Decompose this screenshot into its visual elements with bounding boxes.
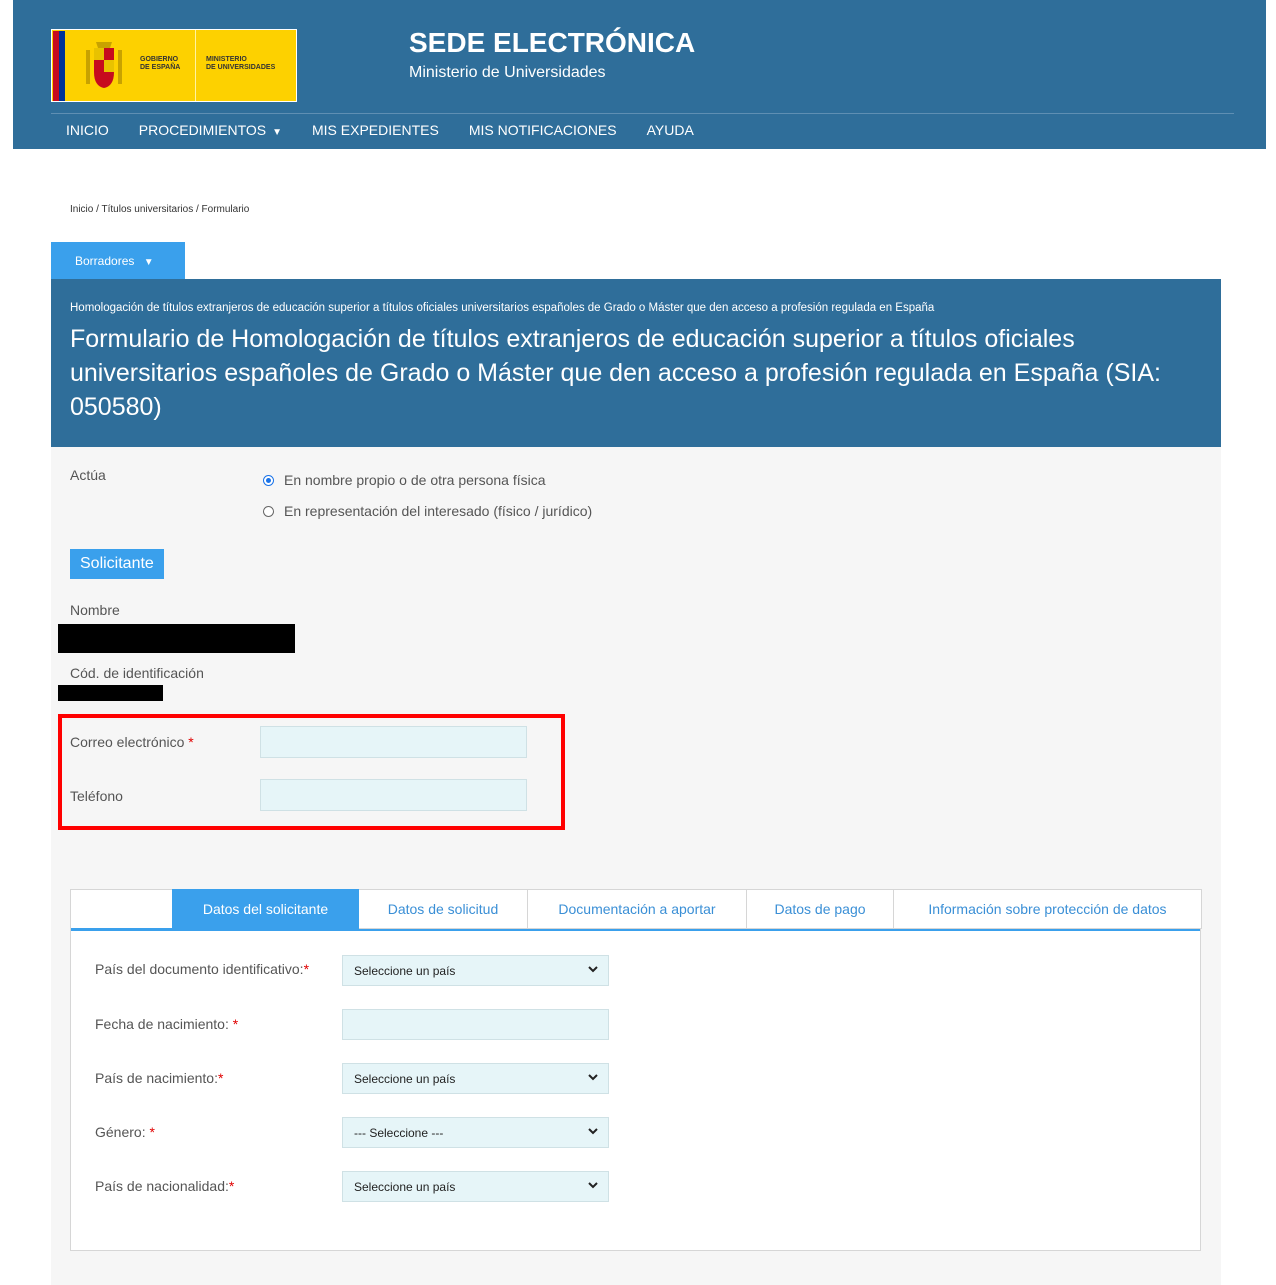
acts-label: Actúa: [70, 467, 106, 483]
doc-country-label-text: País del documento identificativo:: [95, 961, 304, 977]
caret-down-icon: ▼: [143, 257, 154, 268]
required-marker: *: [188, 734, 194, 750]
chevron-down-icon: [588, 966, 598, 973]
nationality-label: País de nacionalidad:*: [95, 1178, 234, 1194]
spain-flag-strip: [53, 31, 65, 101]
nav-item-ayuda[interactable]: AYUDA: [647, 122, 694, 138]
caret-down-icon: ▼: [272, 127, 282, 138]
birth-country-label-text: País de nacimiento:: [95, 1070, 218, 1086]
nationality-select[interactable]: Seleccione un país: [342, 1171, 609, 1202]
site-subtitle: Ministerio de Universidades: [409, 64, 606, 81]
doc-country-select[interactable]: Seleccione un país: [342, 955, 609, 986]
chevron-down-icon: [588, 1128, 598, 1135]
doc-country-value: Seleccione un país: [354, 964, 456, 978]
logo-divider: [195, 30, 196, 101]
birth-country-select[interactable]: Seleccione un país: [342, 1063, 609, 1094]
birth-date-field[interactable]: [342, 1009, 609, 1040]
site-title[interactable]: SEDE ELECTRÓNICA: [409, 27, 695, 59]
birth-country-value: Seleccione un país: [354, 1072, 456, 1086]
redacted-id-code: [58, 685, 163, 701]
name-label: Nombre: [70, 602, 120, 618]
gender-label: Género: *: [95, 1124, 155, 1140]
radio-own-behalf[interactable]: En nombre propio o de otra persona físic…: [263, 472, 546, 488]
tab-datos-solicitante[interactable]: Datos del solicitante: [172, 889, 359, 929]
nationality-value: Seleccione un país: [354, 1180, 456, 1194]
required-marker: *: [232, 1016, 239, 1032]
breadcrumb[interactable]: Inicio / Títulos universitarios / Formul…: [70, 204, 249, 215]
site-header: GOBIERNO DE ESPAÑA MINISTERIO DE UNIVERS…: [13, 0, 1266, 149]
nav-divider: [51, 113, 1234, 114]
required-marker: *: [217, 1070, 224, 1086]
gender-label-text: Género:: [95, 1124, 150, 1140]
required-marker: *: [149, 1124, 155, 1140]
birth-country-label: País de nacimiento:*: [95, 1070, 223, 1086]
logo-text-ministry: MINISTERIO DE UNIVERSIDADES: [206, 56, 276, 71]
tab-bar: Datos del solicitante Datos de solicitud…: [172, 889, 1202, 929]
coat-of-arms-icon: [86, 42, 122, 88]
id-code-label: Cód. de identificación: [70, 665, 204, 681]
radio-representation[interactable]: En representación del interesado (físico…: [263, 503, 592, 519]
required-marker: *: [228, 1178, 235, 1194]
birth-date-label: Fecha de nacimiento: *: [95, 1016, 238, 1032]
email-label-text: Correo electrónico: [70, 734, 185, 750]
drafts-dropdown-button[interactable]: Borradores ▼: [51, 242, 185, 279]
phone-field[interactable]: [260, 779, 527, 811]
tabs-container: Datos del solicitante Datos de solicitud…: [70, 889, 1202, 1251]
required-marker: *: [303, 961, 310, 977]
tab-proteccion-datos[interactable]: Información sobre protección de datos: [894, 889, 1202, 929]
nav-item-inicio[interactable]: INICIO: [66, 122, 109, 138]
government-logo[interactable]: GOBIERNO DE ESPAÑA MINISTERIO DE UNIVERS…: [51, 29, 297, 102]
tab-documentacion[interactable]: Documentación a aportar: [528, 889, 747, 929]
tab-datos-solicitud[interactable]: Datos de solicitud: [359, 889, 528, 929]
redacted-name: [58, 624, 295, 653]
nationality-label-text: País de nacionalidad:: [95, 1178, 229, 1194]
form-panel: Actúa En nombre propio o de otra persona…: [51, 447, 1221, 1285]
nav-item-mis-notificaciones[interactable]: MIS NOTIFICACIONES: [469, 122, 617, 138]
gender-value: --- Seleccione ---: [354, 1126, 444, 1140]
logo-text-government: GOBIERNO DE ESPAÑA: [140, 56, 181, 71]
form-banner: Homologación de títulos extranjeros de e…: [51, 279, 1221, 447]
section-solicitante: Solicitante: [70, 549, 164, 579]
chevron-down-icon: [588, 1074, 598, 1081]
nav-item-procedimientos[interactable]: PROCEDIMIENTOS ▼: [139, 122, 282, 138]
main-nav: INICIO PROCEDIMIENTOS ▼ MIS EXPEDIENTES M…: [66, 122, 724, 138]
chevron-down-icon: [588, 1182, 598, 1189]
radio-unselected-icon: [263, 505, 274, 517]
gender-select[interactable]: --- Seleccione ---: [342, 1117, 609, 1148]
doc-country-label: País del documento identificativo:*: [95, 961, 309, 977]
nav-item-mis-expedientes[interactable]: MIS EXPEDIENTES: [312, 122, 439, 138]
email-field[interactable]: [260, 726, 527, 758]
radio-own-behalf-label: En nombre propio o de otra persona físic…: [284, 472, 546, 488]
nav-item-label: PROCEDIMIENTOS: [138, 122, 267, 138]
tab-datos-pago[interactable]: Datos de pago: [747, 889, 894, 929]
email-label: Correo electrónico *: [70, 734, 194, 750]
birth-date-label-text: Fecha de nacimiento:: [95, 1016, 233, 1032]
procedure-name: Homologación de títulos extranjeros de e…: [70, 302, 935, 314]
page-title: Formulario de Homologación de títulos ex…: [70, 325, 1161, 421]
radio-representation-label: En representación del interesado (físico…: [284, 503, 593, 519]
phone-label: Teléfono: [70, 788, 123, 804]
drafts-label: Borradores: [75, 254, 135, 268]
radio-selected-icon: [263, 474, 274, 486]
